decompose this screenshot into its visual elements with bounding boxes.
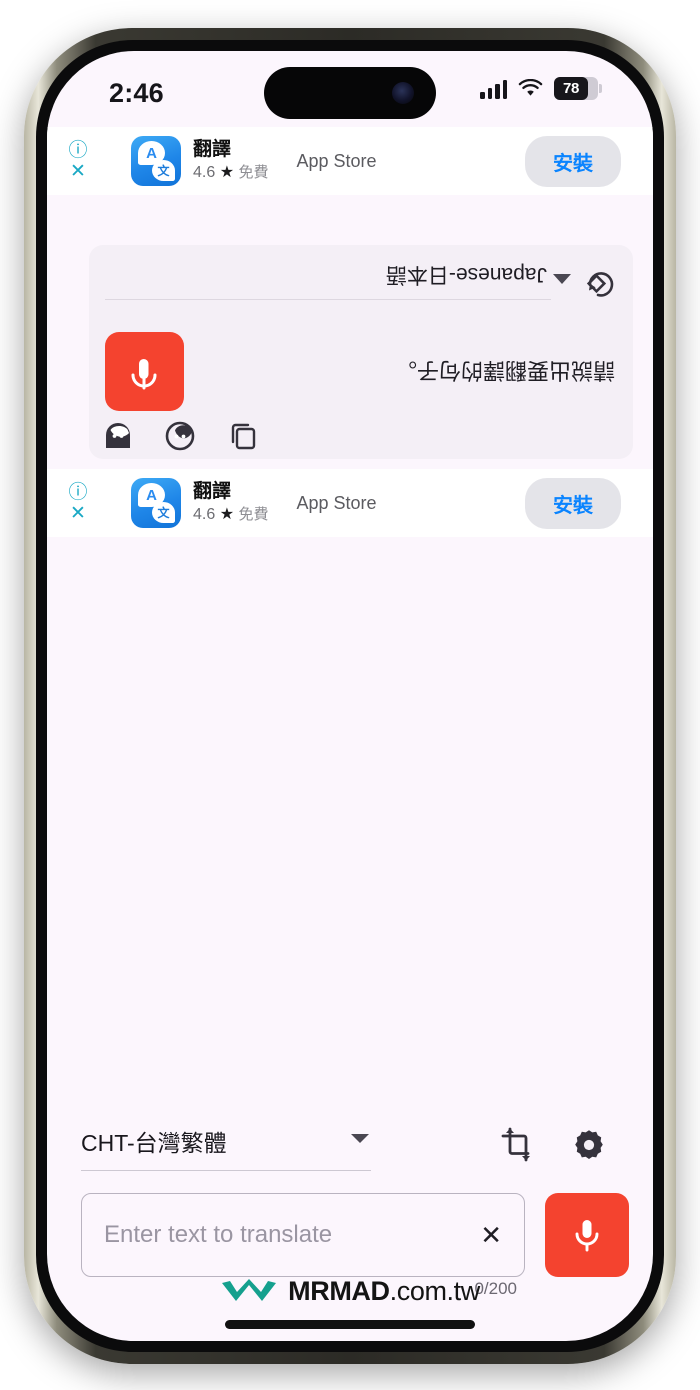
install-button[interactable]: 安裝 — [525, 477, 621, 529]
ad-text-block: 翻譯 4.6 ★ 免費 — [193, 139, 269, 182]
status-bar: 2:46 78 — [47, 51, 653, 127]
battery-icon: 78 — [554, 77, 602, 100]
ad-text-block: 翻譯 4.6 ★ 免費 — [193, 481, 269, 524]
status-clock: 2:46 — [109, 78, 164, 108]
clear-input-icon[interactable]: ✕ — [480, 1222, 502, 1248]
battery-percent: 78 — [562, 80, 580, 97]
app-icon-letter-wen: 文 — [152, 502, 175, 523]
card-language-label[interactable]: Japanese-日本語 — [105, 261, 551, 301]
copy-icon[interactable] — [227, 422, 256, 451]
card-prompt-text: 請說出要翻譯的句子。 — [394, 358, 615, 384]
gear-icon — [575, 1129, 603, 1159]
star-icon: ★ — [219, 163, 235, 181]
bottom-control-panel: CHT-台灣繁體 Enter text to translate ✕ 0/200… — [47, 1101, 653, 1341]
target-language-label: CHT-台灣繁體 — [81, 1129, 227, 1156]
chevron-up-icon — [553, 274, 571, 285]
info-icon[interactable]: ⓘ — [68, 141, 87, 160]
translate-app-icon: A 文 — [131, 478, 181, 528]
ad-app-name: 翻譯 — [193, 481, 232, 503]
ad-store-label: App Store — [296, 150, 377, 171]
card-prompt-row: 請說出要翻譯的句子。 — [201, 333, 615, 407]
iphone-device-frame: 2:46 78 ⓘ ✕ A 文 翻譯 4.6 ★ 免費 App Store 安裝… — [24, 28, 676, 1364]
close-icon[interactable]: ✕ — [70, 162, 86, 181]
screen-bezel: 2:46 78 ⓘ ✕ A 文 翻譯 4.6 ★ 免費 App Store 安裝… — [36, 40, 664, 1352]
ad-store-label: App Store — [296, 492, 377, 513]
ad-price: 免費 — [238, 163, 269, 181]
ad-controls: ⓘ ✕ — [47, 469, 103, 537]
rotate-diamond-icon — [586, 272, 614, 298]
speech-face-outline-icon[interactable] — [165, 421, 195, 451]
microphone-icon — [575, 1220, 599, 1252]
dynamic-island — [264, 67, 436, 119]
mrmad-logo-icon — [222, 1278, 277, 1301]
home-indicator[interactable] — [225, 1320, 475, 1329]
crop-rotate-icon — [501, 1127, 530, 1161]
watermark-brand: MRMAD — [288, 1276, 390, 1306]
wifi-icon — [518, 79, 543, 96]
target-language-row: CHT-台灣繁體 — [81, 1119, 629, 1175]
ad-price: 免費 — [238, 505, 269, 523]
app-store-ad-banner-top[interactable]: ⓘ ✕ A 文 翻譯 4.6 ★ 免費 App Store 安裝 — [47, 127, 653, 195]
install-button[interactable]: 安裝 — [525, 135, 621, 187]
ad-rating: 4.6 — [193, 163, 216, 181]
app-icon-letter-wen: 文 — [152, 160, 175, 181]
ad-rating: 4.6 — [193, 505, 216, 523]
card-action-icons — [103, 421, 256, 451]
target-language-dropdown[interactable]: CHT-台灣繁體 — [81, 1124, 371, 1171]
speech-face-filled-icon[interactable] — [103, 421, 133, 451]
voice-input-button[interactable] — [545, 1193, 629, 1277]
input-placeholder: Enter text to translate — [104, 1221, 333, 1248]
microphone-icon — [132, 359, 157, 390]
ad-app-name: 翻譯 — [193, 139, 232, 161]
translation-result-card: 請說出要翻譯的句子。 Japanese-日本語 — [89, 245, 633, 459]
star-icon: ★ — [219, 505, 235, 523]
watermark-domain: .com.tw — [389, 1276, 481, 1306]
card-expand-caret[interactable] — [551, 268, 573, 287]
translate-input-row: Enter text to translate ✕ — [81, 1193, 629, 1277]
info-icon[interactable]: ⓘ — [68, 483, 87, 502]
watermark: MRMAD.com.tw — [47, 1276, 653, 1307]
card-footer: Japanese-日本語 — [105, 255, 615, 307]
card-mic-button[interactable] — [105, 332, 184, 411]
bottom-icon-group — [501, 1127, 607, 1168]
ad-app-meta: 4.6 ★ 免費 — [193, 164, 269, 183]
crop-rotate-button[interactable] — [501, 1127, 535, 1168]
front-camera-icon — [392, 82, 414, 104]
card-rotate-button[interactable] — [583, 262, 615, 301]
settings-button[interactable] — [571, 1127, 607, 1168]
close-icon[interactable]: ✕ — [70, 504, 86, 523]
cellular-bars-icon — [480, 79, 507, 99]
watermark-text: MRMAD.com.tw — [288, 1276, 480, 1307]
app-store-ad-banner-bottom[interactable]: ⓘ ✕ A 文 翻譯 4.6 ★ 免費 App Store 安裝 — [47, 469, 653, 537]
search-input[interactable]: Enter text to translate ✕ — [81, 1193, 525, 1277]
ad-app-meta: 4.6 ★ 免費 — [193, 506, 269, 525]
status-indicators: 78 — [480, 77, 602, 100]
ad-controls: ⓘ ✕ — [47, 127, 103, 195]
phone-screen: 2:46 78 ⓘ ✕ A 文 翻譯 4.6 ★ 免費 App Store 安裝… — [47, 51, 653, 1341]
translate-app-icon: A 文 — [131, 136, 181, 186]
chevron-down-icon — [349, 1131, 371, 1150]
